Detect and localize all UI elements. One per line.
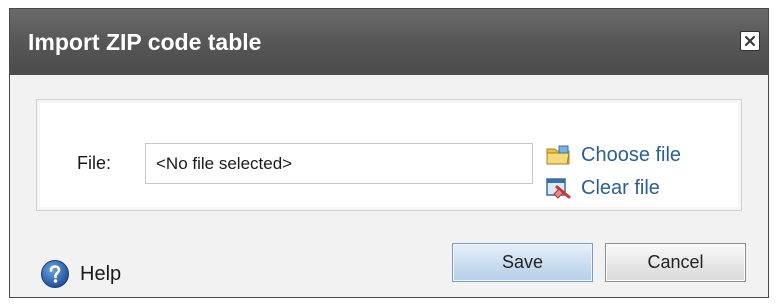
clear-file-link[interactable]: Clear file (545, 176, 660, 200)
close-icon (745, 36, 755, 46)
file-panel: File: Choose file Clear file (36, 99, 742, 211)
help-label: Help (80, 263, 122, 285)
save-button[interactable]: Save (452, 243, 593, 282)
close-button[interactable] (740, 31, 760, 51)
cancel-button[interactable]: Cancel (605, 243, 746, 282)
import-zip-dialog: Import ZIP code table File: Choose file (9, 8, 769, 298)
dialog-title: Import ZIP code table (28, 29, 262, 55)
help-link[interactable]: Help (40, 259, 121, 289)
choose-file-label: Choose file (581, 144, 682, 166)
help-icon (41, 260, 69, 288)
dialog-titlebar: Import ZIP code table (10, 9, 768, 75)
folder-open-icon (546, 145, 570, 165)
choose-file-link[interactable]: Choose file (545, 143, 681, 167)
dialog-content: File: Choose file Clear file (10, 75, 768, 297)
clear-file-label: Clear file (581, 177, 660, 199)
clear-file-icon (546, 178, 571, 199)
file-label: File: (77, 153, 112, 173)
file-field[interactable] (145, 143, 533, 184)
